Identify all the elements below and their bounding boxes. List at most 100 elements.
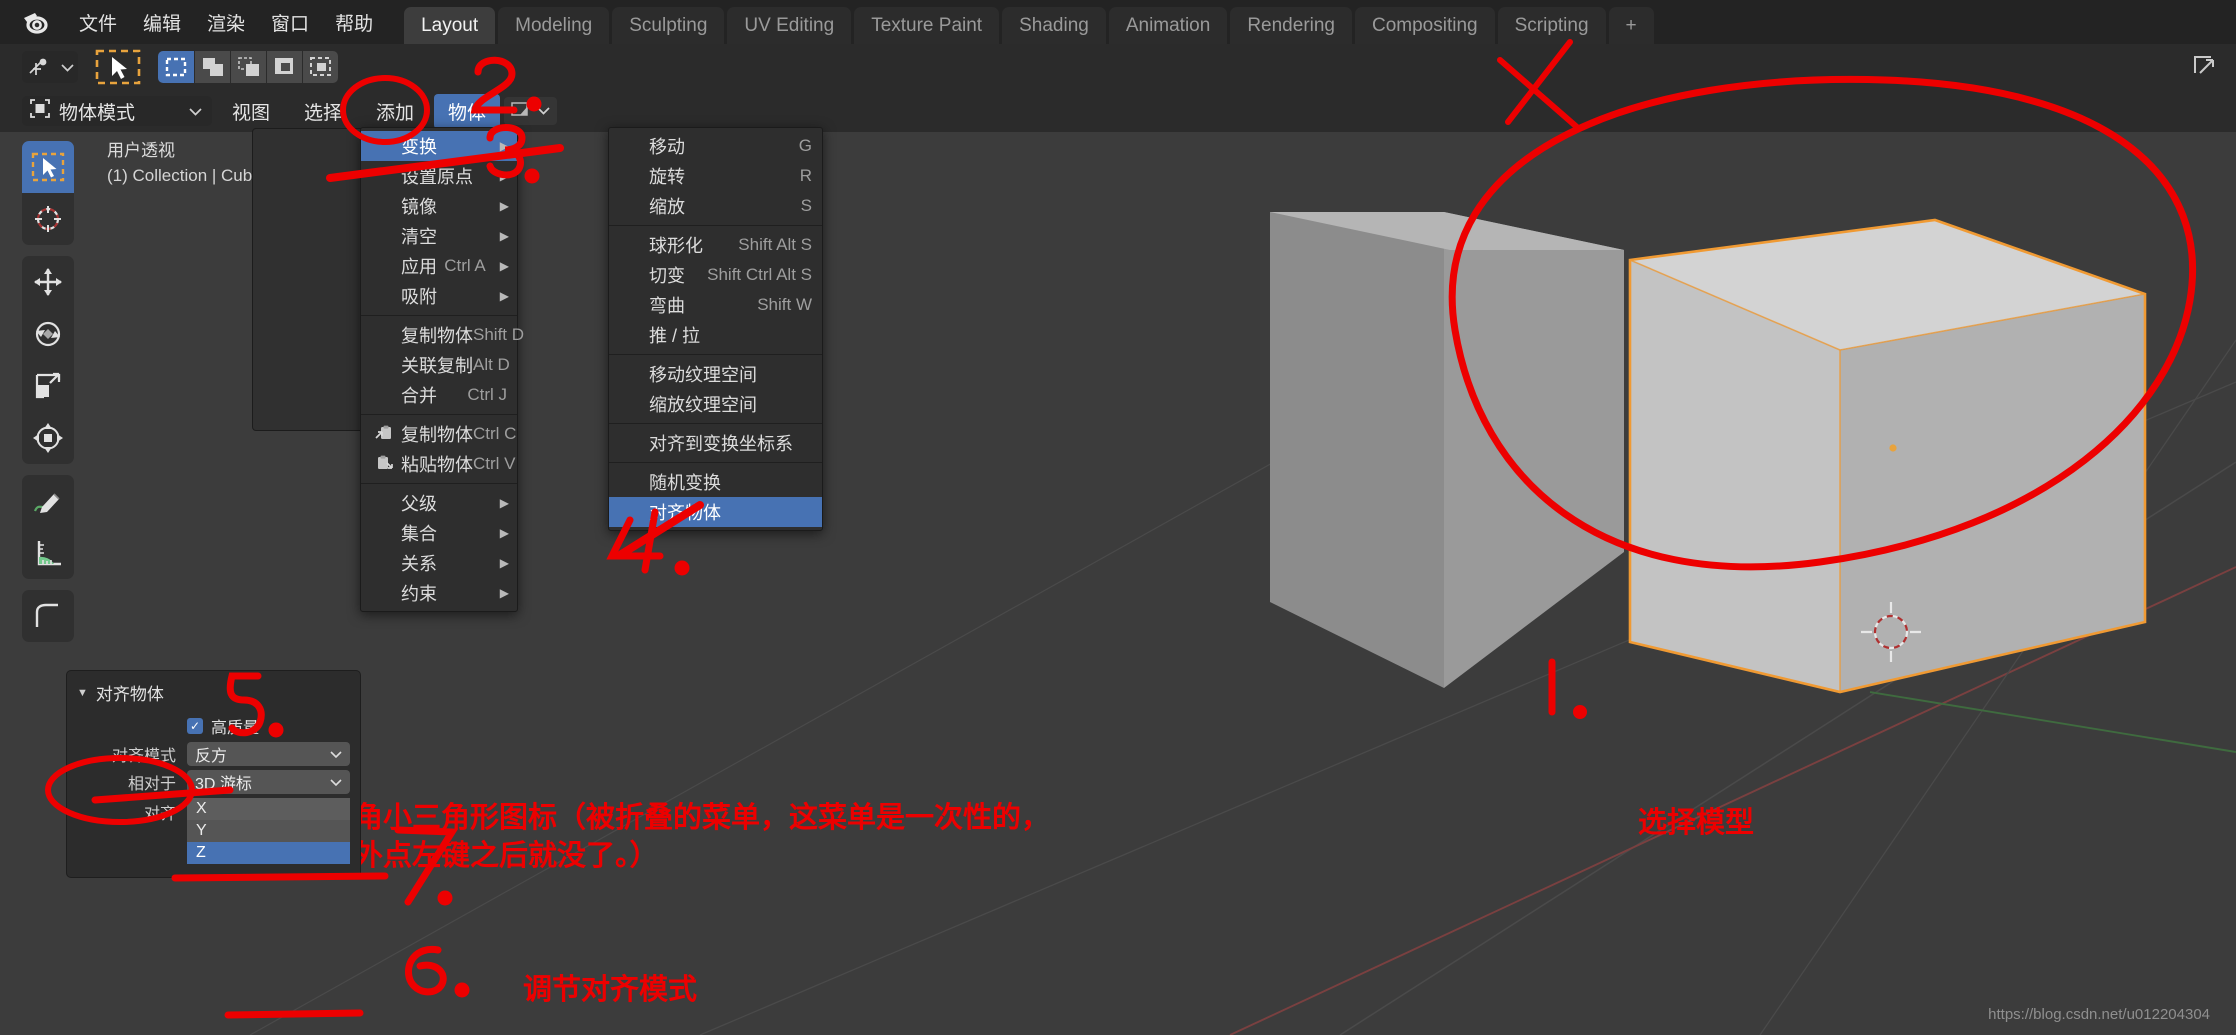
triangle-down-icon[interactable]: ▼ [77, 687, 88, 699]
submenu-item-move-texture-space[interactable]: 移动纹理空间 [609, 359, 822, 389]
submenu-item-align-to-transform-orientation[interactable]: 对齐到变换坐标系 [609, 428, 822, 458]
paste-icon [371, 455, 397, 473]
measure-ruler-icon[interactable] [22, 527, 74, 579]
align-axis-option-y[interactable]: Y [187, 820, 350, 842]
menubar-item-object[interactable]: 物体 [434, 93, 501, 129]
high-quality-checkbox[interactable]: ✓ [187, 718, 203, 734]
rotate-icon[interactable] [22, 308, 74, 360]
chevron-down-icon [330, 775, 342, 789]
tab-compositing[interactable]: Compositing [1355, 7, 1495, 44]
submenu-item-align-objects[interactable]: 对齐物体 [609, 497, 822, 527]
menu-file[interactable]: 文件 [66, 5, 130, 40]
transform-icon[interactable] [22, 412, 74, 464]
menu-item-duplicate-objects[interactable]: 复制物体 Shift D [361, 320, 524, 350]
select-extend-icon[interactable] [194, 51, 230, 83]
operator-panel-header[interactable]: ▼ 对齐物体 [67, 678, 360, 714]
tab-animation[interactable]: Animation [1108, 7, 1228, 44]
select-set-icon[interactable] [158, 51, 194, 83]
align-mode-dropdown[interactable]: 反方 [187, 742, 350, 766]
submenu-arrow-icon: ▶ [499, 289, 509, 303]
annotation-select-model: 选择模型 [1638, 807, 1755, 839]
select-box-cursor-icon[interactable] [94, 48, 142, 86]
submenu-item-scale[interactable]: 缩放 S [609, 191, 822, 221]
tab-texture-paint[interactable]: Texture Paint [854, 7, 1000, 44]
menu-item-transform[interactable]: 变换 ▶ [361, 131, 517, 161]
tweak-select-box-icon[interactable] [22, 141, 74, 193]
relative-to-dropdown[interactable]: 3D 游标 [187, 770, 350, 794]
menu-render[interactable]: 渲染 [194, 5, 258, 40]
align-axis-label: 对齐 [143, 806, 176, 823]
menu-item-mirror[interactable]: 镜像 ▶ [361, 191, 517, 221]
menu-edit[interactable]: 编辑 [130, 5, 194, 40]
relative-to-value: 3D 游标 [195, 776, 252, 793]
menu-item-relations[interactable]: 关系 ▶ [361, 548, 517, 578]
scale-icon[interactable] [22, 360, 74, 412]
submenu-item-move[interactable]: 移动 G [609, 131, 822, 161]
select-invert-icon[interactable] [266, 51, 302, 83]
viewport-gizmo-icon[interactable] [2192, 52, 2218, 83]
submenu-arrow-icon: ▶ [499, 496, 509, 510]
viewport-tool-header [0, 44, 2236, 90]
chevron-down-icon [537, 102, 550, 120]
menu-item-apply[interactable]: 应用 Ctrl A ▶ [361, 251, 517, 281]
submenu-item-push-pull[interactable]: 推 / 拉 [609, 320, 822, 350]
transform-submenu[interactable]: 移动 G 旋转 R 缩放 S 球形化 Shift Alt S 切变 Shift … [608, 127, 823, 531]
annotate-pencil-icon[interactable] [22, 475, 74, 527]
tab-rendering[interactable]: Rendering [1230, 7, 1352, 44]
move-icon[interactable] [22, 256, 74, 308]
object-shading-dropdown[interactable] [504, 97, 558, 125]
transform-pivot-point-icon[interactable] [22, 51, 56, 83]
viewport-mode-header: 物体模式 视图 选择 添加 物体 [0, 90, 2236, 132]
submenu-item-rotate[interactable]: 旋转 R [609, 161, 822, 191]
submenu-item-randomize-transform[interactable]: 随机变换 [609, 467, 822, 497]
menu-item-join[interactable]: 合并 Ctrl J [361, 380, 517, 410]
tab-scripting[interactable]: Scripting [1497, 7, 1606, 44]
chevron-down-icon [330, 747, 342, 761]
menu-separator [361, 483, 517, 484]
chevron-down-icon[interactable] [56, 51, 78, 83]
menu-separator [609, 423, 822, 424]
object-dropdown-menu[interactable]: 变换 ▶ 设置原点 ▶ 镜像 ▶ 清空 ▶ 应用 Ctrl A ▶ 吸附 ▶ 复… [360, 127, 524, 612]
menu-item-collection[interactable]: 集合 ▶ [361, 518, 517, 548]
select-intersect-icon[interactable] [302, 51, 338, 83]
tab-modeling[interactable]: Modeling [498, 7, 610, 44]
cursor-3d-icon[interactable] [22, 193, 74, 245]
object-origin-point [1889, 444, 1897, 452]
add-cube-icon[interactable] [22, 590, 74, 642]
menubar-item-select[interactable]: 选择 [290, 94, 356, 129]
tab-uv-editing[interactable]: UV Editing [727, 7, 852, 44]
tab-sculpting[interactable]: Sculpting [612, 7, 725, 44]
menu-item-parent[interactable]: 父级 ▶ [361, 488, 517, 518]
menu-item-duplicate-linked[interactable]: 关联复制 Alt D [361, 350, 517, 380]
align-axis-option-z[interactable]: Z [187, 842, 350, 864]
tab-layout[interactable]: Layout [404, 7, 496, 44]
submenu-item-scale-texture-space[interactable]: 缩放纹理空间 [609, 389, 822, 419]
menubar-item-add[interactable]: 添加 [362, 94, 428, 129]
menu-item-copy-objects[interactable]: 复制物体 Ctrl C [361, 419, 517, 449]
select-subtract-icon[interactable] [230, 51, 266, 83]
submenu-arrow-icon: ▶ [499, 199, 509, 213]
operator-redo-panel[interactable]: ▼ 对齐物体 ✓ 高质量 对齐模式 反方 相对于 3D 游标 对齐 X Y Z [66, 670, 361, 878]
submenu-item-shear[interactable]: 切变 Shift Ctrl Alt S [609, 260, 822, 290]
blender-logo-icon[interactable] [20, 5, 54, 39]
tab-shading[interactable]: Shading [1002, 7, 1106, 44]
submenu-item-to-sphere[interactable]: 球形化 Shift Alt S [609, 230, 822, 260]
object-shading-icon [511, 101, 529, 122]
menu-help[interactable]: 帮助 [322, 5, 386, 40]
menu-item-paste-objects[interactable]: 粘贴物体 Ctrl V [361, 449, 517, 479]
submenu-item-bend[interactable]: 弯曲 Shift W [609, 290, 822, 320]
tab-add-workspace[interactable]: + [1608, 7, 1654, 44]
align-axis-option-x[interactable]: X [187, 798, 350, 820]
menu-window[interactable]: 窗口 [258, 5, 322, 40]
menubar-item-view[interactable]: 视图 [218, 94, 284, 129]
mode-select-dropdown[interactable]: 物体模式 [22, 96, 212, 126]
viewport-toolbar [22, 141, 74, 653]
menu-item-set-origin[interactable]: 设置原点 ▶ [361, 161, 517, 191]
submenu-arrow-icon: ▶ [499, 556, 509, 570]
transform-pivot-group[interactable] [22, 51, 78, 83]
menu-item-snap[interactable]: 吸附 ▶ [361, 281, 517, 311]
menu-item-clear[interactable]: 清空 ▶ [361, 221, 517, 251]
high-quality-row: ✓ 高质量 [77, 714, 350, 738]
copy-icon [371, 425, 397, 443]
menu-item-constraints[interactable]: 约束 ▶ [361, 578, 517, 608]
